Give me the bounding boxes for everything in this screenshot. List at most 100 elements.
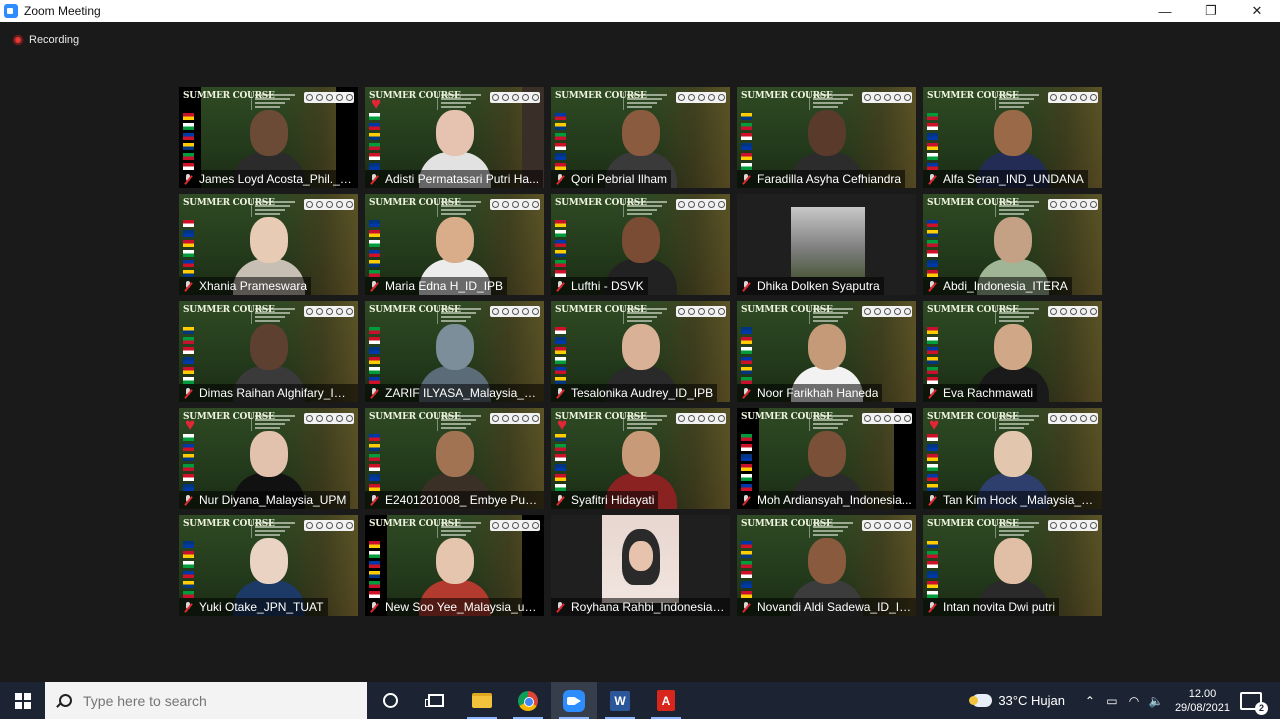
sponsor-logos	[490, 92, 540, 103]
participant-name-bar: Tan Kim Hock _Malaysia_U...	[923, 491, 1102, 509]
participant-tile[interactable]: Dhika Dolken Syaputra	[737, 194, 916, 295]
participant-tile[interactable]: SUMMER COURSE Maria Edna H_ID_IPB	[365, 194, 544, 295]
sponsor-logos	[490, 520, 540, 531]
battery-icon[interactable]: ▭	[1101, 694, 1123, 708]
participant-tile[interactable]: SUMMER COURSE Abdi_Indonesia_ITERA	[923, 194, 1102, 295]
participant-name: Faradilla Asyha Cefhiandra	[757, 172, 902, 186]
participant-name: James Loyd Acosta_Phil._IS...	[199, 172, 354, 186]
sponsor-logos	[490, 413, 540, 424]
participant-tile[interactable]: SUMMER COURSE Alfa Seran_IND_UNDANA	[923, 87, 1102, 188]
participant-tile[interactable]: SUMMER COURSE Yuki Otake_JPN_TUAT	[179, 515, 358, 616]
participant-tile[interactable]: SUMMER COURSE ♥ Nur Diyana_Malaysia_UPM	[179, 408, 358, 509]
minimize-button[interactable]: —	[1142, 0, 1188, 22]
participant-name: E2401201008_ Embye Putri...	[385, 493, 540, 507]
acrobat-button[interactable]: A	[643, 682, 689, 719]
participant-tile[interactable]: SUMMER COURSE James Loyd Acosta_Phil._IS.…	[179, 87, 358, 188]
muted-microphone-icon	[926, 601, 939, 614]
volume-icon[interactable]: 🔈	[1145, 694, 1167, 708]
participant-tile[interactable]: SUMMER COURSE Lufthi - DSVK	[551, 194, 730, 295]
taskbar-search-box[interactable]	[45, 682, 367, 719]
search-input[interactable]	[83, 692, 343, 709]
recording-icon	[13, 35, 23, 45]
participant-name-bar: Intan novita Dwi putri	[923, 598, 1060, 616]
participant-name: Dimas Raihan Alghifary_ID_...	[199, 386, 354, 400]
chrome-button[interactable]	[505, 682, 551, 719]
participant-tile[interactable]: SUMMER COURSE Tesalonika Audrey_ID_IPB	[551, 301, 730, 402]
participant-tile[interactable]: SUMMER COURSE ♥ Adisti Permatasari Putri H…	[365, 87, 544, 188]
participant-name: Maria Edna H_ID_IPB	[385, 279, 504, 293]
participant-tile[interactable]: SUMMER COURSE Noor Farikhah Haneda	[737, 301, 916, 402]
participant-name: Tan Kim Hock _Malaysia_U...	[943, 493, 1098, 507]
participant-tile[interactable]: SUMMER COURSE ZARIF ILYASA_Malaysia_UPM	[365, 301, 544, 402]
participant-tile[interactable]: SUMMER COURSE New Soo Yee_Malaysia_upm	[365, 515, 544, 616]
flag-column	[741, 327, 753, 387]
flag-column	[369, 541, 381, 601]
participant-tile[interactable]: SUMMER COURSE Eva Rachmawati	[923, 301, 1102, 402]
muted-microphone-icon	[740, 280, 753, 293]
profile-photo	[602, 515, 679, 603]
sponsor-logos	[304, 520, 354, 531]
close-button[interactable]: ✕	[1234, 0, 1280, 22]
sponsor-logos	[1048, 520, 1098, 531]
participant-tile[interactable]: SUMMER COURSE Xhania Prameswara	[179, 194, 358, 295]
participant-name-bar: Novandi Aldi Sadewa_ID_IPB	[737, 598, 916, 616]
participant-name-bar: Nur Diyana_Malaysia_UPM	[179, 491, 351, 509]
weather-cloud-icon	[969, 694, 993, 707]
participant-name: New Soo Yee_Malaysia_upm	[385, 600, 540, 614]
muted-microphone-icon	[740, 601, 753, 614]
participant-tile[interactable]: SUMMER COURSE ♥ Tan Kim Hock _Malaysia_U..…	[923, 408, 1102, 509]
participant-name: Royhana Rahbi_Indonesia_...	[571, 600, 726, 614]
participant-tile[interactable]: SUMMER COURSE E2401201008_ Embye Putri...	[365, 408, 544, 509]
muted-microphone-icon	[740, 494, 753, 507]
participant-tile[interactable]: SUMMER COURSE Qori Pebrial Ilham	[551, 87, 730, 188]
participant-tile[interactable]: SUMMER COURSE ♥ Syafitri Hidayati	[551, 408, 730, 509]
clock[interactable]: 12.00 29/08/2021	[1175, 687, 1230, 715]
flag-column	[555, 113, 567, 173]
flag-column	[183, 327, 195, 387]
sponsor-logos	[676, 413, 726, 424]
gallery-view: SUMMER COURSE James Loyd Acosta_Phil._IS.…	[179, 87, 1102, 616]
sponsor-logos	[1048, 199, 1098, 210]
task-view-icon	[425, 694, 444, 707]
wifi-icon[interactable]: ◠	[1123, 694, 1145, 708]
participant-name-bar: ZARIF ILYASA_Malaysia_UPM	[365, 384, 544, 402]
participant-tile[interactable]: Royhana Rahbi_Indonesia_...	[551, 515, 730, 616]
weather-text[interactable]: 33°C Hujan	[998, 693, 1065, 708]
participant-name: Alfa Seran_IND_UNDANA	[943, 172, 1084, 186]
participant-tile[interactable]: SUMMER COURSE Faradilla Asyha Cefhiandra	[737, 87, 916, 188]
flag-column	[369, 113, 381, 173]
flag-column	[369, 327, 381, 387]
window-title: Zoom Meeting	[24, 4, 101, 18]
participant-name-bar: Alfa Seran_IND_UNDANA	[923, 170, 1088, 188]
chevron-up-icon[interactable]: ⌃	[1079, 694, 1101, 708]
participant-name: Dhika Dolken Syaputra	[757, 279, 880, 293]
recording-indicator[interactable]: Recording	[13, 34, 79, 46]
participant-tile[interactable]: SUMMER COURSE Moh Ardiansyah_Indonesia...	[737, 408, 916, 509]
file-explorer-button[interactable]	[459, 682, 505, 719]
notification-center-button[interactable]: 2	[1240, 691, 1268, 715]
word-button[interactable]: W	[597, 682, 643, 719]
participant-name: Eva Rachmawati	[943, 386, 1034, 400]
muted-microphone-icon	[182, 494, 195, 507]
cortana-button[interactable]	[367, 682, 413, 719]
sponsor-logos	[490, 306, 540, 317]
participant-tile[interactable]: SUMMER COURSE Dimas Raihan Alghifary_ID_.…	[179, 301, 358, 402]
participant-name-bar: Syafitri Hidayati	[551, 491, 659, 509]
task-view-button[interactable]	[413, 682, 459, 719]
flag-column	[183, 220, 195, 280]
participant-tile[interactable]: SUMMER COURSE Intan novita Dwi putri	[923, 515, 1102, 616]
zoom-icon	[563, 689, 585, 712]
participant-name-bar: Eva Rachmawati	[923, 384, 1038, 402]
zoom-taskbar-button[interactable]	[551, 682, 597, 719]
participant-name-bar: Noor Farikhah Haneda	[737, 384, 883, 402]
restore-button[interactable]: ❐	[1188, 0, 1234, 22]
participant-name-bar: James Loyd Acosta_Phil._IS...	[179, 170, 358, 188]
participant-tile[interactable]: SUMMER COURSE Novandi Aldi Sadewa_ID_IPB	[737, 515, 916, 616]
start-button[interactable]	[0, 682, 45, 719]
sponsor-logos	[862, 520, 912, 531]
participant-name-bar: New Soo Yee_Malaysia_upm	[365, 598, 544, 616]
muted-microphone-icon	[926, 387, 939, 400]
flag-column	[369, 220, 381, 280]
muted-microphone-icon	[926, 280, 939, 293]
minimize-icon: —	[1158, 3, 1172, 19]
